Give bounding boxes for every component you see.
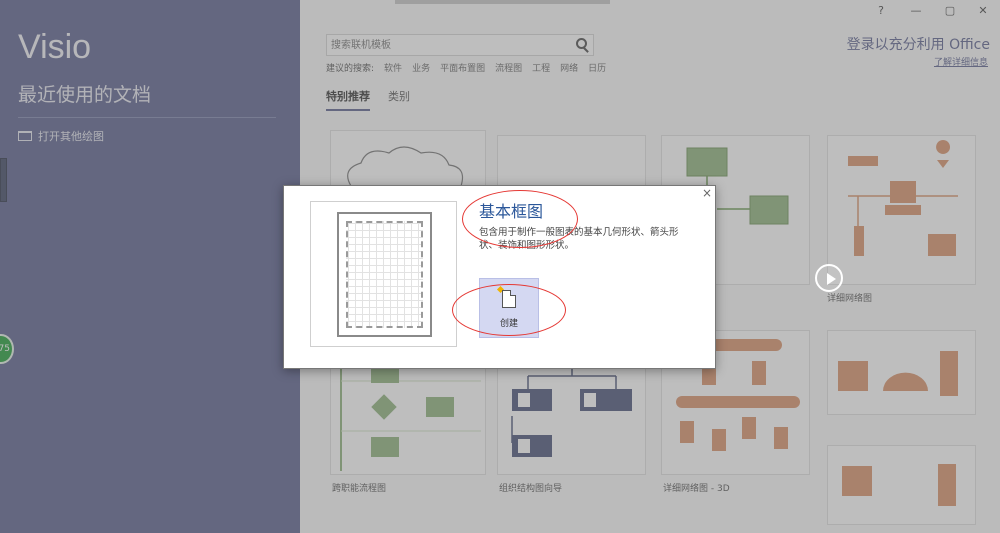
create-button[interactable]: 创建 [479, 278, 539, 338]
template-preview-dialog: × 基本框图 包含用于制作一般图表的基本几何形状、箭头形状、装饰和图形形状。 创… [283, 185, 716, 369]
new-document-icon [502, 290, 516, 308]
template-title: 基本框图 [479, 202, 544, 221]
play-icon[interactable] [815, 264, 843, 292]
template-description: 包含用于制作一般图表的基本几何形状、箭头形状、装饰和图形形状。 [479, 227, 679, 251]
dialog-close-button[interactable]: × [702, 186, 712, 200]
page-icon [337, 212, 432, 337]
template-preview-image [310, 201, 457, 347]
grid-preview [346, 221, 423, 328]
create-label: 创建 [499, 319, 518, 329]
